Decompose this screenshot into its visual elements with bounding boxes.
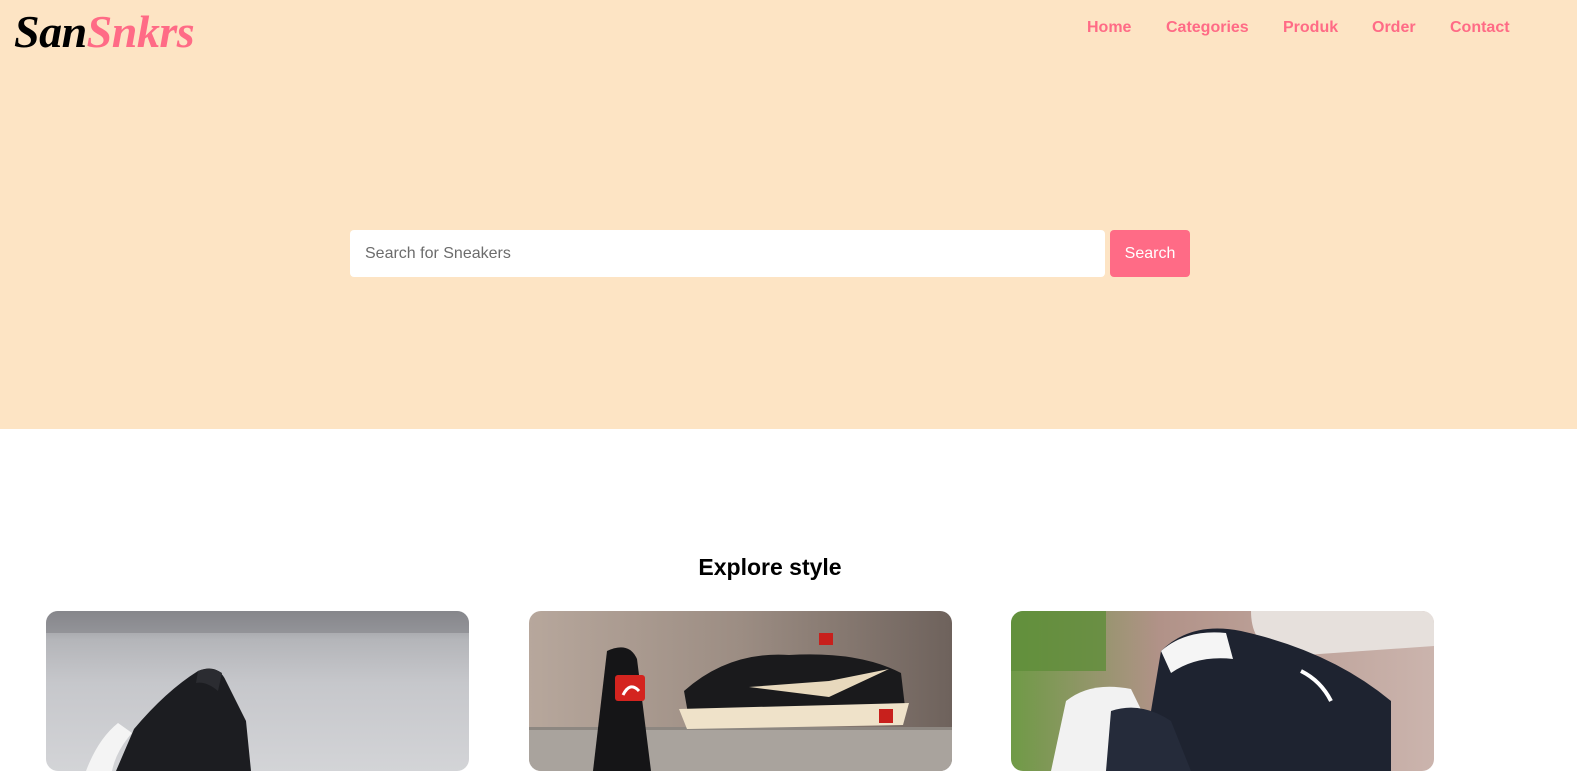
brand-logo-part-2: Snkrs (86, 6, 195, 57)
explore-style-heading: Explore style (698, 554, 842, 580)
style-card-2[interactable] (529, 611, 952, 771)
brand-logo[interactable]: SanSnkrs (14, 4, 195, 60)
search-button[interactable]: Search (1110, 230, 1190, 277)
nav-link-contact[interactable]: Contact (1450, 17, 1510, 39)
black-white-sneaker-photo (46, 611, 469, 771)
nav-link-home[interactable]: Home (1087, 17, 1131, 39)
nav-link-order[interactable]: Order (1372, 17, 1416, 39)
black-sneakers-on-stone-photo (529, 611, 952, 771)
nav-link-produk[interactable]: Produk (1283, 17, 1338, 39)
brand-logo-part-1: San (14, 6, 87, 57)
hero-section: SanSnkrs Home Categories Produk Order Co… (0, 0, 1577, 429)
style-card-1[interactable] (46, 611, 469, 771)
white-navy-sneakers-photo (1011, 611, 1434, 771)
nav-link-categories[interactable]: Categories (1166, 17, 1249, 39)
search-input[interactable] (350, 230, 1105, 277)
style-card-3[interactable] (1011, 611, 1434, 771)
